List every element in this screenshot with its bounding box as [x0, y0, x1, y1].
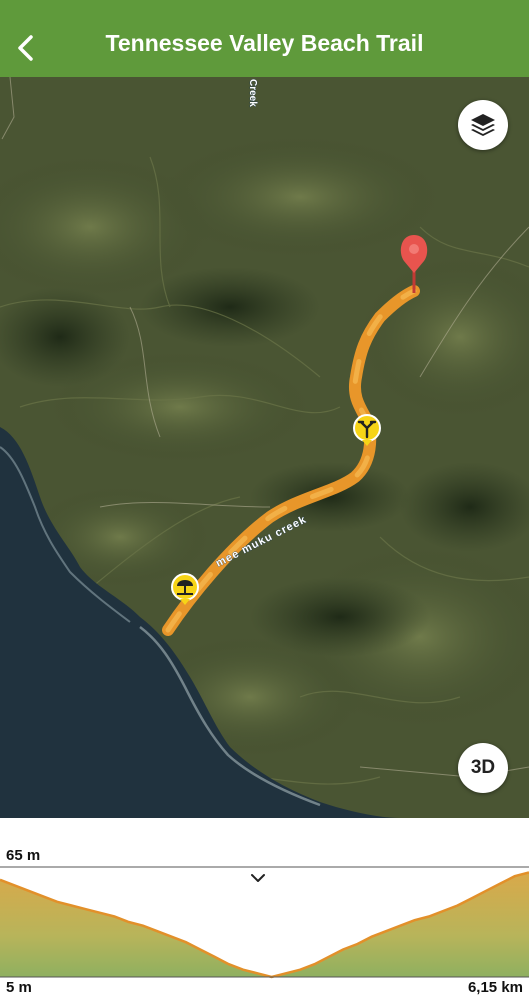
3d-view-button[interactable]: 3D — [458, 743, 508, 793]
collapse-elevation-button[interactable] — [250, 826, 280, 882]
elevation-max-label: 65 m — [6, 847, 41, 864]
elevation-area — [0, 872, 529, 977]
elevation-min-label: 5 m — [6, 979, 32, 996]
elevation-profile-chart[interactable] — [0, 865, 529, 987]
map-layers-button[interactable] — [458, 100, 508, 150]
total-distance-label: 6,15 km — [467, 979, 523, 996]
app-header: Tennessee Valley Beach Trail — [0, 0, 529, 77]
elevation-panel: 65 m 5 m 6,15 km — [0, 818, 529, 1000]
layers-icon — [471, 114, 495, 136]
creek-label-top: Creek — [247, 79, 258, 107]
satellite-map-background: mee muku creek Creek — [0, 77, 529, 818]
trail-map[interactable]: mee muku creek Creek 3D — [0, 77, 529, 818]
page-title: Tennessee Valley Beach Trail — [105, 30, 424, 56]
